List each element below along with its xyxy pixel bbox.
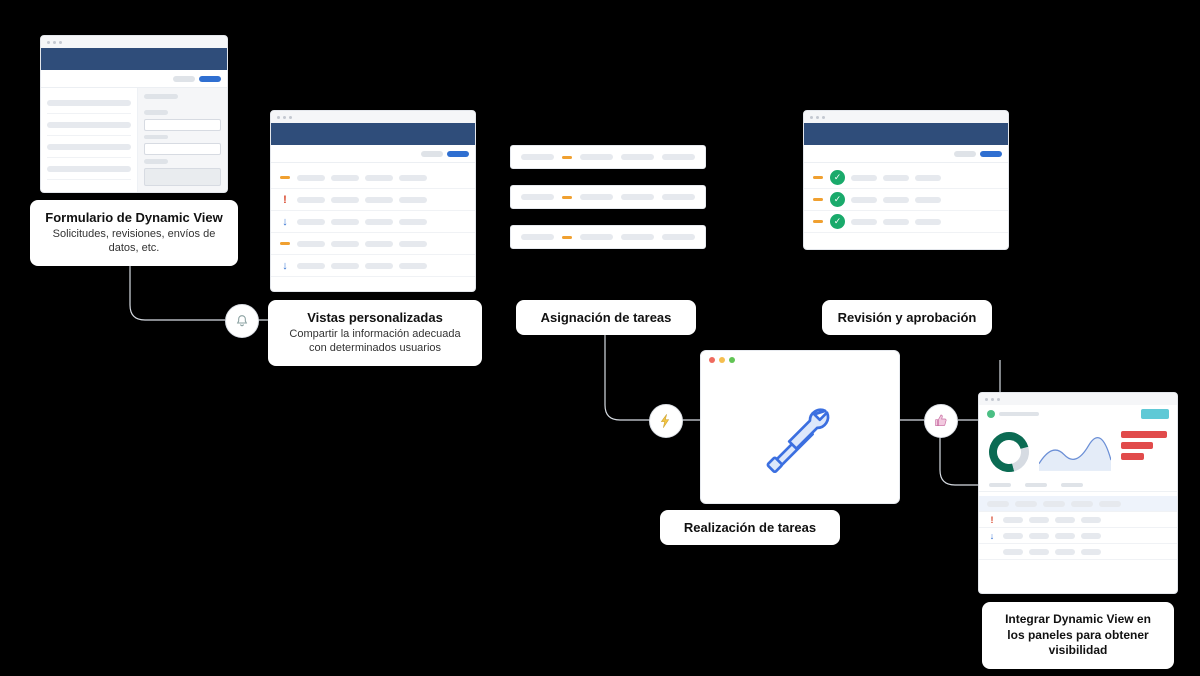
doing-caption: Realización de tareas <box>660 510 840 545</box>
form-caption: Formulario de Dynamic View Solicitudes, … <box>30 200 238 266</box>
thumbs-up-icon <box>924 404 958 438</box>
form-caption-sub: Solicitudes, revisiones, envíos de datos… <box>44 227 224 256</box>
views-caption-sub: Compartir la información adecuada con de… <box>282 327 468 356</box>
task-strip <box>510 145 706 169</box>
review-caption-title: Revisión y aprobación <box>836 310 978 325</box>
tools-illustration <box>700 350 900 504</box>
dashboard-mockup: ! ↓ <box>978 392 1178 594</box>
line-chart-icon <box>1039 431 1111 473</box>
assign-caption: Asignación de tareas <box>516 300 696 335</box>
views-caption-title: Vistas personalizadas <box>282 310 468 325</box>
bars-chart-icon <box>1121 431 1167 473</box>
donut-chart-icon <box>982 425 1037 480</box>
views-mockup: ! ↓ ↓ <box>270 110 476 292</box>
check-icon: ✓ <box>830 192 845 207</box>
check-icon: ✓ <box>830 170 845 185</box>
doing-caption-title: Realización de tareas <box>674 520 826 535</box>
dashboard-caption: Integrar Dynamic View en los paneles par… <box>982 602 1174 669</box>
bell-icon <box>225 304 259 338</box>
form-caption-title: Formulario de Dynamic View <box>44 210 224 225</box>
views-caption: Vistas personalizadas Compartir la infor… <box>268 300 482 366</box>
check-icon: ✓ <box>830 214 845 229</box>
dashboard-caption-title: Integrar Dynamic View en los paneles par… <box>996 612 1160 659</box>
form-mockup <box>40 35 228 193</box>
assign-caption-title: Asignación de tareas <box>530 310 682 325</box>
review-mockup: ✓ ✓ ✓ <box>803 110 1009 250</box>
task-strip <box>510 225 706 249</box>
tools-icon <box>755 391 845 481</box>
bolt-icon <box>649 404 683 438</box>
review-caption: Revisión y aprobación <box>822 300 992 335</box>
task-strip <box>510 185 706 209</box>
